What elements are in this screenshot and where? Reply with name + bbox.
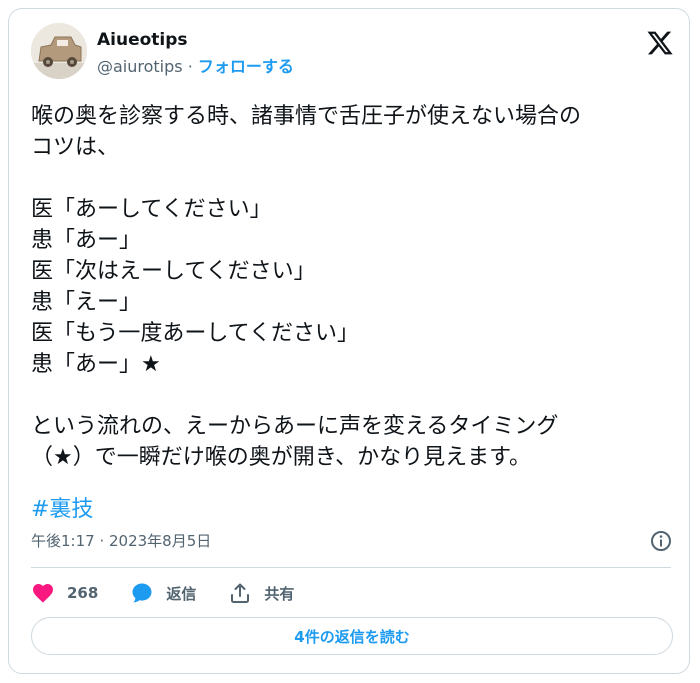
tweet-line: コツは、 bbox=[31, 135, 120, 160]
handle-separator: · bbox=[187, 57, 193, 76]
tweet-line: 患「えー」 bbox=[31, 290, 142, 315]
like-count: 268 bbox=[67, 584, 99, 602]
avatar[interactable] bbox=[31, 23, 87, 79]
tweet-line: 医「次はえーしてください」 bbox=[31, 259, 316, 284]
tweet-line: 医「もう一度あーしてください」 bbox=[31, 321, 360, 346]
tweet-line: 医「あーしてください」 bbox=[31, 197, 272, 222]
tweet-line: （★）で一瞬だけ喉の奥が開き、かなり見えます。 bbox=[31, 445, 531, 470]
tweet-timestamp[interactable]: 午後1:17 · 2023年8月5日 bbox=[31, 531, 211, 551]
share-button[interactable]: 共有 bbox=[228, 581, 294, 605]
info-icon[interactable] bbox=[649, 529, 673, 553]
share-label: 共有 bbox=[264, 584, 295, 603]
tweet-text: 喉の奥を診察する時、諸事情で舌圧子が使えない場合の コツは、 医「あーしてくださ… bbox=[31, 101, 671, 473]
share-icon bbox=[231, 583, 250, 603]
read-replies-button[interactable]: 4件の返信を読む bbox=[31, 617, 673, 655]
divider bbox=[31, 567, 671, 568]
hashtag-row: #裏技 bbox=[31, 494, 93, 525]
reply-label: 返信 bbox=[166, 584, 197, 603]
reply-bubble-icon bbox=[132, 583, 152, 603]
hashtag-link[interactable]: #裏技 bbox=[31, 497, 93, 522]
tweet-line: 患「あー」★ bbox=[31, 352, 161, 377]
tweet-line: という流れの、えーからあーに声を変えるタイミング bbox=[31, 414, 559, 439]
like-button[interactable]: 268 bbox=[31, 581, 98, 605]
user-handle[interactable]: @aiurotips bbox=[97, 57, 183, 76]
tweet-line: 患「あー」 bbox=[31, 228, 142, 253]
avatar-image bbox=[31, 23, 87, 79]
handle-row: @aiurotips · フォローする bbox=[97, 56, 294, 78]
action-bar: 268 返信 共有 bbox=[31, 579, 326, 607]
follow-button[interactable]: フォローする bbox=[198, 57, 294, 76]
display-name[interactable]: Aiueotips bbox=[97, 29, 188, 51]
x-logo-icon[interactable] bbox=[645, 29, 675, 57]
tweet-card: Aiueotips @aiurotips · フォローする 喉の奥を診察する時、… bbox=[8, 8, 690, 674]
heart-icon bbox=[33, 584, 53, 603]
tweet-line: 喉の奥を診察する時、諸事情で舌圧子が使えない場合の bbox=[31, 104, 582, 129]
reply-button[interactable]: 返信 bbox=[130, 581, 196, 605]
